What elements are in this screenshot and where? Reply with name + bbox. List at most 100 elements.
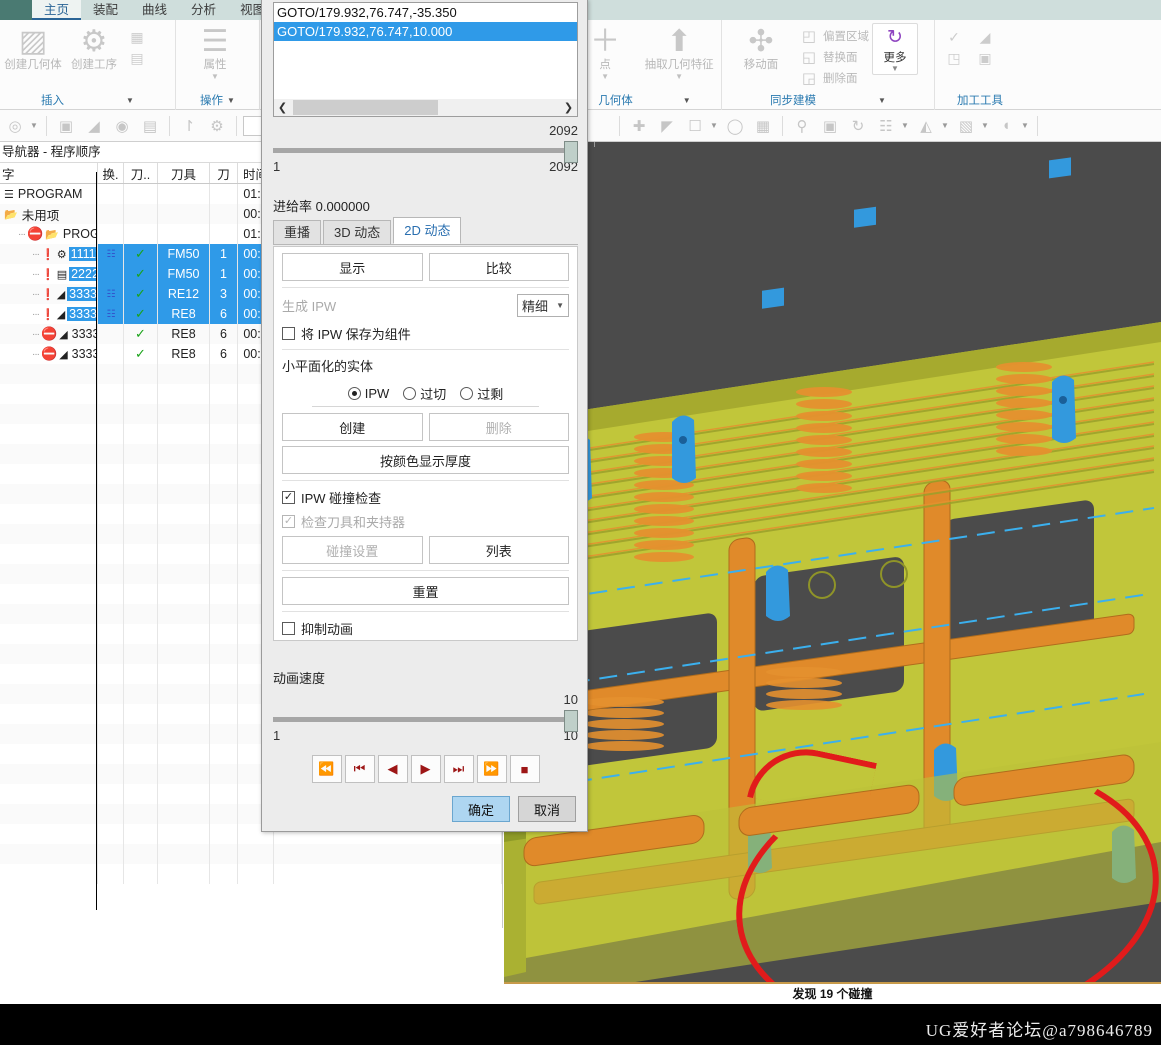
graphics-viewport[interactable] — [504, 142, 1161, 982]
chevron-right-icon[interactable]: ❯ — [560, 101, 577, 114]
offset-region-button[interactable]: ◰ 偏置区域 — [799, 26, 869, 46]
thickness-by-color-button[interactable]: 按颜色显示厚度 — [282, 446, 569, 474]
save-ipw-as-component-row[interactable]: 将 IPW 保存为组件 — [282, 323, 569, 343]
create-method-icon[interactable]: ▤ — [126, 48, 148, 68]
tab-replay[interactable]: 重播 — [273, 220, 322, 244]
suppress-animation-checkbox[interactable] — [282, 621, 295, 635]
collision-settings-button[interactable]: 碰撞设置 — [282, 536, 423, 564]
slider-knob[interactable] — [564, 710, 578, 732]
chevron-down-icon[interactable]: ▼ — [891, 65, 899, 73]
chevron-down-icon[interactable]: ▼ — [601, 72, 609, 81]
chevron-left-icon[interactable]: ❮ — [274, 101, 291, 114]
solid-icon[interactable]: ◯ — [722, 117, 748, 135]
create-geometry-button[interactable]: ▨ 创建几何体 — [4, 23, 62, 72]
gcode-line[interactable]: GOTO/179.932,76.747,-35.350 — [274, 3, 577, 22]
more-button[interactable]: ↻ 更多 ▼ — [872, 23, 918, 75]
section-icon[interactable]: ☷ — [873, 117, 899, 135]
replace-face-button[interactable]: ◱ 替换面 — [799, 47, 869, 67]
check-tool-holder-row[interactable]: ✓ 检查刀具和夹持器 — [282, 511, 569, 531]
stop-button[interactable]: ■ — [509, 755, 540, 783]
ipw-collision-checkbox[interactable]: ✓ — [282, 490, 295, 504]
chevron-down-icon[interactable]: ▼ — [675, 72, 683, 81]
radio-gouge[interactable]: 过切 — [403, 384, 446, 403]
tab-analysis[interactable]: 分析 — [179, 0, 228, 20]
move-face-button[interactable]: ✣ 移动面 — [726, 23, 796, 72]
chevron-down-icon[interactable]: ▼ — [941, 121, 951, 130]
create-tool-icon[interactable]: ▦ — [126, 27, 148, 47]
radio-excess[interactable]: 过剩 — [460, 384, 503, 403]
display-button[interactable]: 显示 — [282, 253, 423, 281]
group-label-insert[interactable]: 插入 ▼ — [4, 92, 171, 110]
measure-icon[interactable]: ▤ — [137, 117, 163, 135]
group-label-synchronous[interactable]: 同步建模 ▼ — [726, 92, 930, 110]
gcode-line-selected[interactable]: GOTO/179.932,76.747,10.000 — [274, 22, 577, 41]
move-object-icon[interactable]: ▣ — [53, 117, 79, 135]
step-back-button[interactable]: ◀ — [377, 755, 408, 783]
column-header-toolpath[interactable]: 刀.. — [124, 163, 158, 183]
check-tool-holder-checkbox[interactable]: ✓ — [282, 514, 295, 528]
tab-3d-dynamic[interactable]: 3D 动态 — [323, 220, 392, 244]
tab-assembly[interactable]: 装配 — [81, 0, 130, 20]
slider-knob[interactable] — [564, 141, 578, 163]
path-icon[interactable]: ◢ — [81, 117, 107, 135]
select-filter-icon[interactable]: ☐ — [682, 117, 708, 135]
chevron-down-icon[interactable]: ▼ — [901, 121, 911, 130]
compare-button[interactable]: 比较 — [428, 253, 569, 281]
note-icon[interactable]: ◳ — [939, 48, 969, 68]
holder-icon[interactable]: ◢ — [970, 27, 1000, 47]
create-button[interactable]: 创建 — [282, 413, 423, 441]
tab-home[interactable]: 主页 — [32, 0, 82, 20]
scrollbar-thumb[interactable] — [293, 100, 438, 115]
ok-button[interactable]: 确定 — [452, 796, 510, 822]
tab-2d-dynamic[interactable]: 2D 动态 — [393, 217, 462, 244]
check-tool-icon[interactable]: ✓ — [939, 27, 969, 47]
chevron-down-icon[interactable]: ▼ — [981, 121, 991, 130]
step-forward-button[interactable]: ⏭ — [443, 755, 474, 783]
forward-to-end-button[interactable]: ⏩ — [476, 755, 507, 783]
gcode-listing[interactable]: GOTO/179.932,76.747,-35.350 GOTO/179.932… — [273, 2, 578, 117]
reset-button[interactable]: 重置 — [282, 577, 569, 605]
style-icon[interactable]: ◖ — [993, 117, 1019, 134]
column-header-name[interactable]: 字 — [0, 163, 98, 183]
radio-ipw[interactable]: IPW — [347, 386, 389, 401]
menu-icon[interactable]: ◎ — [2, 117, 28, 135]
tab-curve[interactable]: 曲线 — [130, 0, 179, 20]
group-label-geometry[interactable]: 几何体 ▼ — [572, 92, 717, 110]
fit-icon[interactable]: ▣ — [817, 117, 843, 135]
render-icon[interactable]: ▧ — [953, 117, 979, 135]
delete-face-button[interactable]: ◲ 删除面 — [799, 68, 869, 88]
shade-icon[interactable]: ◭ — [913, 117, 939, 135]
cancel-button[interactable]: 取消 — [518, 796, 576, 822]
assembly-icon[interactable]: ⚙ — [204, 117, 230, 135]
delete-button[interactable]: 删除 — [428, 413, 569, 441]
chevron-down-icon[interactable]: ▼ — [30, 121, 40, 130]
speed-slider[interactable] — [273, 710, 578, 732]
extract-geometry-button[interactable]: ⬆ 抽取几何特征 ▼ — [641, 23, 717, 82]
chevron-down-icon[interactable]: ▼ — [710, 121, 720, 130]
column-header-tool[interactable]: 刀具 — [158, 163, 210, 183]
chevron-down-icon[interactable]: ▼ — [1021, 121, 1031, 130]
save-ipw-checkbox[interactable] — [282, 326, 295, 340]
step-back-all-button[interactable]: ⏮ — [344, 755, 375, 783]
play-button[interactable]: ▶ — [410, 755, 441, 783]
zoom-icon[interactable]: ⚲ — [789, 117, 815, 135]
ipw-collision-check-row[interactable]: ✓ IPW 碰撞检查 — [282, 487, 569, 507]
ipw-quality-select[interactable]: 精细 ▼ — [517, 294, 569, 317]
app-menu-button[interactable] — [0, 0, 32, 20]
list-button[interactable]: 列表 — [428, 536, 569, 564]
properties-button[interactable]: ☰ 属性 ▼ — [180, 23, 250, 82]
box-icon[interactable]: ▦ — [750, 117, 776, 135]
gcode-horizontal-scrollbar[interactable]: ❮ ❯ — [274, 99, 577, 116]
report-icon[interactable]: ▣ — [970, 48, 1000, 68]
point-set-icon[interactable]: ◉ — [109, 117, 135, 135]
datum-icon[interactable]: ◤ — [654, 117, 680, 135]
create-operation-button[interactable]: ⚙ 创建工序 — [65, 23, 123, 72]
wcs-icon[interactable]: ✚ — [626, 117, 652, 135]
chevron-down-icon[interactable]: ▼ — [211, 72, 219, 81]
frame-slider[interactable] — [273, 141, 578, 163]
column-header-change[interactable]: 换. — [98, 163, 124, 183]
group-label-machining-tools[interactable]: 加工工具 — [939, 92, 1021, 110]
scrollbar-track[interactable] — [291, 100, 560, 115]
column-header-toolnum[interactable]: 刀 — [210, 163, 238, 183]
rotate-icon[interactable]: ↻ — [845, 117, 871, 135]
